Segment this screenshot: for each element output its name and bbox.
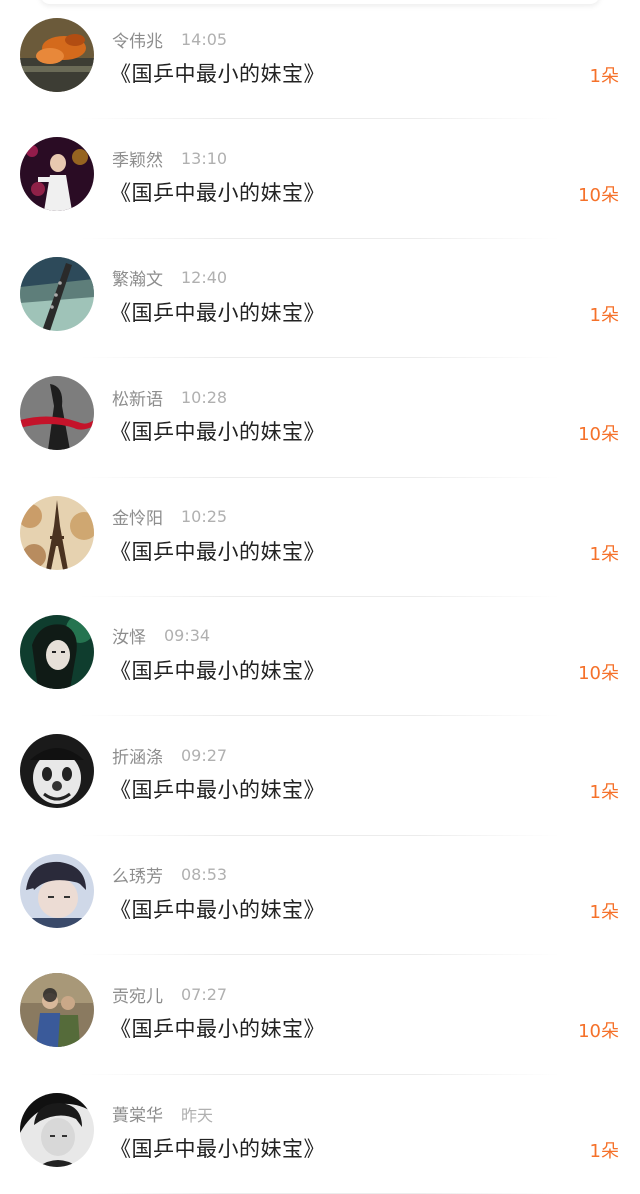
message-time: 昨天 — [181, 1105, 214, 1125]
avatar[interactable] — [20, 853, 94, 928]
stage-performer-avatar-icon — [20, 137, 94, 212]
gift-title[interactable]: 《国乒中最小的妹宝》 — [110, 1013, 325, 1043]
gift-title[interactable]: 《国乒中最小的妹宝》 — [110, 774, 325, 804]
gift-title[interactable]: 《国乒中最小的妹宝》 — [110, 177, 325, 207]
sender-name[interactable]: 贡宛儿 — [112, 982, 163, 1007]
message-time: 08:53 — [181, 865, 228, 885]
flute-avatar-icon — [20, 256, 94, 331]
message-meta: 金怜阳 10:25 — [112, 505, 227, 529]
gift-title[interactable]: 《国乒中最小的妹宝》 — [110, 655, 325, 685]
gift-count: 10朵 — [578, 1021, 619, 1043]
monochrome-portrait-avatar-icon — [20, 1092, 94, 1167]
gift-title[interactable]: 《国乒中最小的妹宝》 — [110, 297, 325, 327]
red-ribbon-avatar-icon — [20, 376, 94, 451]
gift-title[interactable]: 《国乒中最小的妹宝》 — [110, 1133, 325, 1163]
message-time: 07:27 — [181, 984, 228, 1004]
gift-count: 10朵 — [578, 662, 619, 684]
orange-koi-avatar-icon — [20, 18, 94, 92]
eiffel-tower-avatar-icon — [20, 495, 94, 570]
message-meta: 贡宛儿 07:27 — [112, 982, 228, 1007]
gift-count: 1朵 — [589, 901, 619, 923]
message-time: 09:27 — [181, 745, 228, 765]
message-meta: 季颖然 13:10 — [112, 146, 228, 171]
gift-title[interactable]: 《国乒中最小的妹宝》 — [110, 894, 325, 924]
sender-name[interactable]: 么琇芳 — [112, 862, 163, 887]
list-item[interactable]: 季颖然 13:10 《国乒中最小的妹宝》 10朵 — [0, 119, 640, 239]
list-item[interactable]: 么琇芳 08:53 《国乒中最小的妹宝》 1朵 — [0, 836, 640, 956]
sender-name[interactable]: 繁瀚文 — [112, 265, 163, 290]
message-meta: 繁瀚文 12:40 — [112, 266, 227, 290]
list-item[interactable]: 金怜阳 10:25 《国乒中最小的妹宝》 1朵 — [0, 478, 640, 597]
list-item[interactable]: 令伟兆 14:05 《国乒中最小的妹宝》 1朵 — [0, 0, 640, 120]
sender-name[interactable]: 金怜阳 — [112, 504, 163, 529]
message-meta: 么琇芳 08:53 — [112, 863, 227, 887]
list-item[interactable]: 蕢棠华 昨天 《国乒中最小的妹宝》 1朵 — [0, 1075, 640, 1194]
sender-name[interactable]: 季颖然 — [112, 146, 163, 171]
gift-title[interactable]: 《国乒中最小的妹宝》 — [110, 536, 325, 566]
message-time: 10:28 — [181, 387, 228, 407]
sender-name[interactable]: 令伟兆 — [112, 27, 163, 52]
avatar[interactable] — [20, 1092, 94, 1167]
list-item[interactable]: 繁瀚文 12:40 《国乒中最小的妹宝》 1朵 — [0, 239, 640, 359]
message-meta: 折涵涤 09:27 — [112, 743, 228, 768]
message-meta: 汝怿 09:34 — [112, 624, 210, 648]
gift-count: 10朵 — [578, 424, 619, 446]
avatar[interactable] — [20, 614, 94, 689]
sender-name[interactable]: 汝怿 — [112, 623, 146, 648]
avatar[interactable] — [20, 973, 94, 1048]
message-time: 10:25 — [181, 507, 228, 527]
message-meta: 蕢棠华 昨天 — [112, 1101, 214, 1127]
gift-title[interactable]: 《国乒中最小的妹宝》 — [110, 58, 325, 88]
gift-count: 1朵 — [589, 782, 619, 804]
gift-count: 1朵 — [589, 66, 619, 87]
message-time: 12:40 — [181, 268, 228, 288]
family-photo-avatar-icon — [20, 973, 94, 1048]
avatar[interactable] — [20, 18, 94, 92]
gift-count: 1朵 — [589, 304, 619, 326]
gift-count: 10朵 — [578, 185, 619, 207]
gift-title[interactable]: 《国乒中最小的妹宝》 — [110, 416, 325, 446]
sender-name[interactable]: 折涵涤 — [112, 743, 163, 768]
list-item[interactable]: 松新语 10:28 《国乒中最小的妹宝》 10朵 — [0, 358, 640, 478]
list-item[interactable]: 贡宛儿 07:27 《国乒中最小的妹宝》 10朵 — [0, 955, 640, 1075]
avatar[interactable] — [20, 376, 94, 451]
clown-face-avatar-icon — [20, 734, 94, 809]
gift-count: 1朵 — [589, 543, 619, 565]
list-item[interactable]: 汝怿 09:34 《国乒中最小的妹宝》 10朵 — [0, 597, 640, 717]
avatar[interactable] — [20, 734, 94, 809]
avatar[interactable] — [20, 256, 94, 331]
message-meta: 松新语 10:28 — [112, 385, 228, 410]
message-list: 令伟兆 14:05 《国乒中最小的妹宝》 1朵 季颖然 13:10 《国乒中最小… — [0, 0, 640, 1194]
sender-name[interactable]: 蕢棠华 — [112, 1101, 163, 1126]
green-portrait-avatar-icon — [20, 614, 94, 689]
gift-count: 1朵 — [589, 1140, 619, 1162]
message-time: 14:05 — [181, 29, 228, 49]
sender-name[interactable]: 松新语 — [112, 385, 163, 410]
list-item[interactable]: 折涵涤 09:27 《国乒中最小的妹宝》 1朵 — [0, 716, 640, 836]
message-time: 09:34 — [164, 626, 211, 646]
avatar[interactable] — [20, 137, 94, 212]
young-man-avatar-icon — [20, 853, 94, 928]
message-meta: 令伟兆 14:05 — [112, 27, 228, 52]
avatar[interactable] — [20, 495, 94, 570]
message-time: 13:10 — [181, 148, 228, 168]
